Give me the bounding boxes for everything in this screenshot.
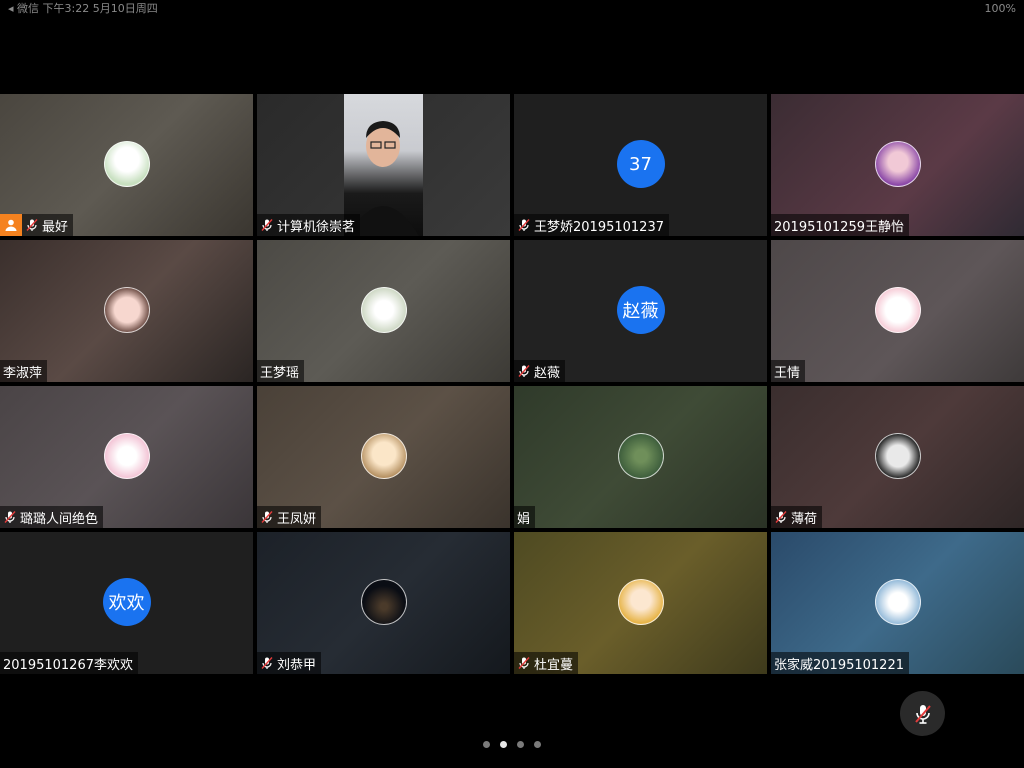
participant-name-tag: 王梦瑶 xyxy=(257,360,305,382)
participant-name-tag: 王梦娇20195101237 xyxy=(514,214,669,236)
participant-name-tag: 张家威20195101221 xyxy=(771,652,909,674)
status-bar: ◂ 微信 下午3:22 5月10日周四 100% xyxy=(0,0,1024,18)
muted-mic-icon xyxy=(26,219,38,231)
avatar xyxy=(360,433,407,479)
participant-tile[interactable]: 薄荷 xyxy=(771,386,1024,528)
muted-mic-icon xyxy=(4,511,16,523)
participant-name: 薄荷 xyxy=(791,511,818,527)
page-indicator[interactable] xyxy=(0,741,1024,751)
participant-tile[interactable]: 20195101259王静怡 xyxy=(771,94,1024,236)
avatar xyxy=(874,141,921,187)
participant-tile[interactable]: 张家威20195101221 xyxy=(771,532,1024,674)
participant-tile[interactable]: 娟 xyxy=(514,386,767,528)
participant-name: 杜宜蔓 xyxy=(534,657,574,673)
participant-name: 璐璐人间绝色 xyxy=(20,511,99,527)
participant-name: 李淑萍 xyxy=(3,365,43,381)
avatar xyxy=(617,579,664,625)
host-badge xyxy=(0,214,22,236)
avatar xyxy=(617,433,664,479)
avatar xyxy=(360,579,407,625)
participant-tile[interactable]: 王情 xyxy=(771,240,1024,382)
participant-tile[interactable]: 欢欢 20195101267李欢欢 xyxy=(0,532,253,674)
participant-name-tag: 王凤妍 xyxy=(257,506,322,528)
avatar xyxy=(874,287,921,333)
avatar xyxy=(874,433,921,479)
avatar: 欢欢 xyxy=(102,578,151,626)
participant-name: 最好 xyxy=(42,219,69,235)
avatar xyxy=(103,433,150,479)
participant-tile[interactable]: 王梦瑶 xyxy=(257,240,510,382)
participant-name-tag: 杜宜蔓 xyxy=(514,652,579,674)
participant-name-tag: 赵薇 xyxy=(514,360,566,382)
avatar xyxy=(360,287,407,333)
participant-name: 计算机徐崇茗 xyxy=(277,219,356,235)
participant-name-tag: 李淑萍 xyxy=(0,360,48,382)
participant-name: 刘恭甲 xyxy=(277,657,317,673)
participant-tile[interactable]: 37 王梦娇20195101237 xyxy=(514,94,767,236)
muted-mic-icon xyxy=(261,657,273,669)
avatar xyxy=(874,579,921,625)
muted-mic-icon xyxy=(775,511,787,523)
muted-mic-icon xyxy=(518,657,530,669)
page-dot[interactable] xyxy=(517,741,524,748)
page-dot[interactable] xyxy=(483,741,490,748)
battery-status: 100% xyxy=(984,2,1016,15)
participant-tile[interactable]: 杜宜蔓 xyxy=(514,532,767,674)
participant-name-tag: 20195101267李欢欢 xyxy=(0,652,138,674)
participant-name: 娟 xyxy=(517,511,531,527)
host-user-icon xyxy=(5,219,17,231)
participant-name-tag: 20195101259王静怡 xyxy=(771,214,909,236)
page-dot[interactable] xyxy=(500,741,507,748)
participant-name: 20195101267李欢欢 xyxy=(3,657,133,673)
mute-toggle-button[interactable] xyxy=(900,691,945,736)
participant-name: 王梦娇20195101237 xyxy=(534,219,664,235)
avatar xyxy=(103,287,150,333)
participant-name: 赵薇 xyxy=(534,365,561,381)
participant-name-tag: 璐璐人间绝色 xyxy=(0,506,104,528)
participant-name-tag: 最好 xyxy=(22,214,74,236)
status-left: ◂ 微信 下午3:22 5月10日周四 xyxy=(8,2,158,15)
participant-name: 王凤妍 xyxy=(277,511,317,527)
participant-name-tag: 薄荷 xyxy=(771,506,823,528)
participant-tile[interactable]: 刘恭甲 xyxy=(257,532,510,674)
participant-tile[interactable]: 计算机徐崇茗 xyxy=(257,94,510,236)
avatar xyxy=(103,141,150,187)
mic-off-icon xyxy=(914,704,931,724)
participant-name-tag: 娟 xyxy=(514,506,536,528)
participant-name: 王情 xyxy=(774,365,801,381)
muted-mic-icon xyxy=(518,365,530,377)
participant-tile[interactable]: 璐璐人间绝色 xyxy=(0,386,253,528)
participant-name-tag: 计算机徐崇茗 xyxy=(257,214,361,236)
participant-name: 张家威20195101221 xyxy=(774,657,904,673)
participant-grid: 最好 计算机徐崇茗 37 王梦娇20195101237 20195101259王静怡李淑… xyxy=(0,94,1024,674)
participant-tile[interactable]: 最好 xyxy=(0,94,253,236)
participant-name-tag: 王情 xyxy=(771,360,806,382)
avatar: 37 xyxy=(616,140,665,188)
avatar: 赵薇 xyxy=(616,286,665,334)
participant-tile[interactable]: 李淑萍 xyxy=(0,240,253,382)
muted-mic-icon xyxy=(518,219,530,231)
page-dot[interactable] xyxy=(534,741,541,748)
muted-mic-icon xyxy=(261,219,273,231)
muted-mic-icon xyxy=(261,511,273,523)
participant-name-tag: 刘恭甲 xyxy=(257,652,322,674)
participant-tile[interactable]: 王凤妍 xyxy=(257,386,510,528)
participant-tile[interactable]: 赵薇 赵薇 xyxy=(514,240,767,382)
participant-name: 20195101259王静怡 xyxy=(774,219,904,235)
participant-name: 王梦瑶 xyxy=(260,365,300,381)
